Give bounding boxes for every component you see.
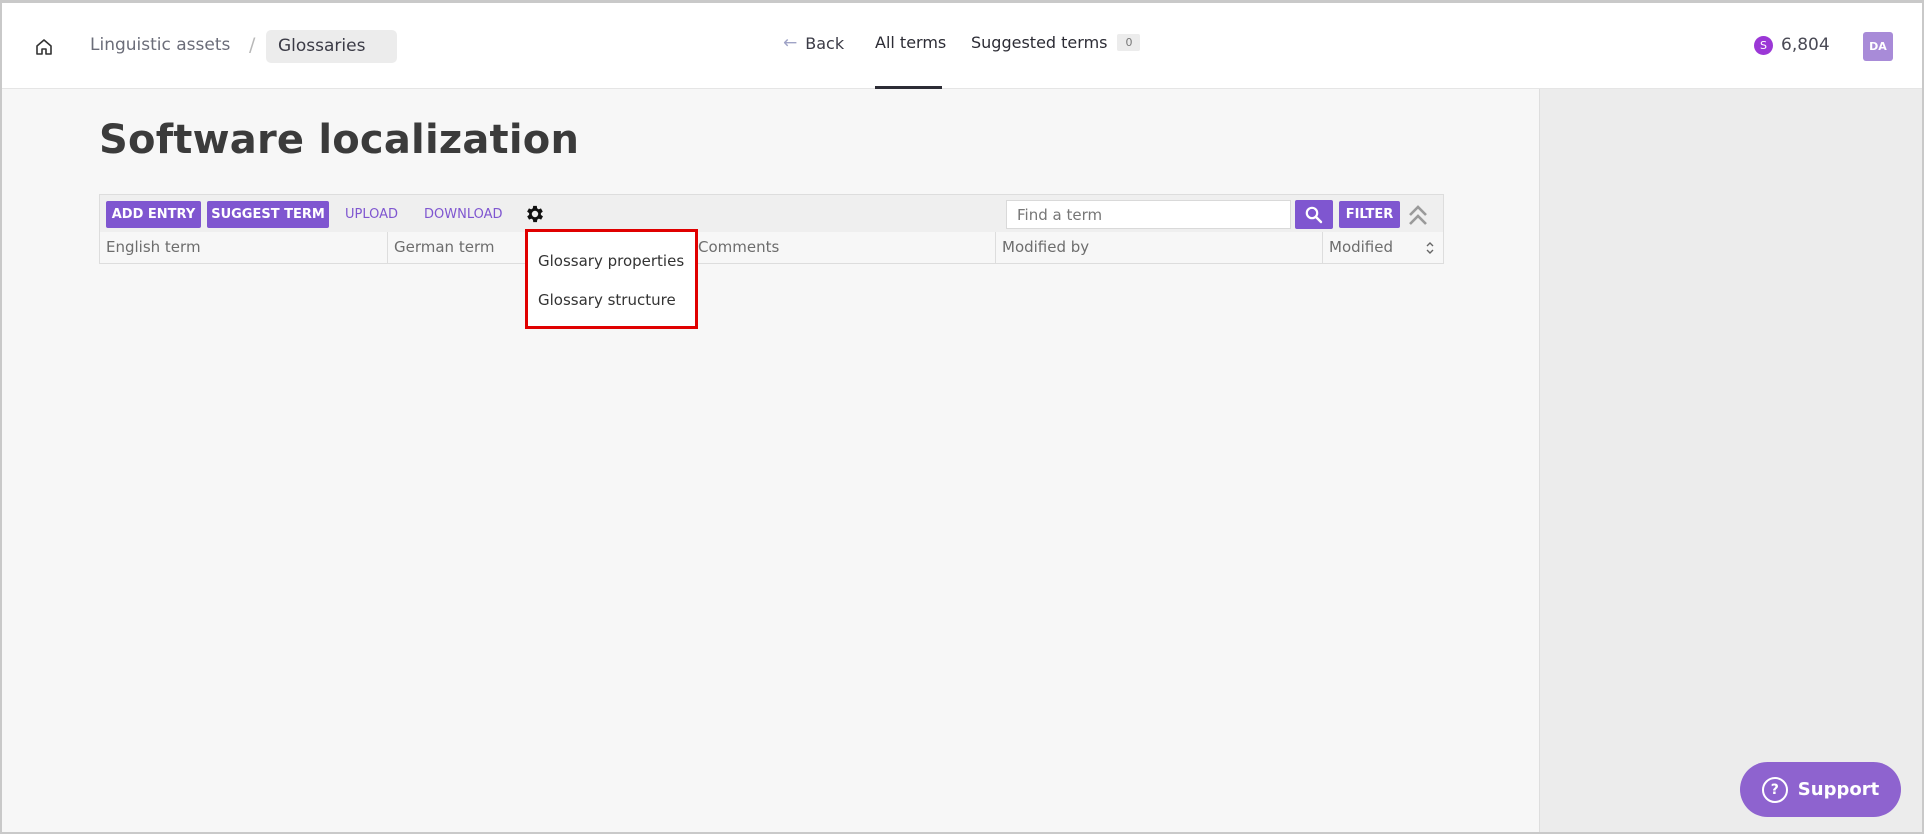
add-entry-button[interactable]: ADD ENTRY (106, 201, 201, 228)
support-button[interactable]: ? Support (1740, 762, 1901, 817)
tab-suggested-terms[interactable]: Suggested terms 0 (971, 33, 1141, 52)
menu-item-glossary-properties[interactable]: Glossary properties (538, 252, 684, 270)
column-german-term[interactable]: German term (388, 232, 529, 263)
home-icon[interactable] (34, 37, 54, 57)
column-comments[interactable]: Comments (692, 232, 996, 263)
help-icon: ? (1761, 776, 1788, 803)
menu-item-glossary-structure[interactable]: Glossary structure (538, 291, 676, 309)
back-button[interactable]: ← Back (783, 33, 844, 53)
arrow-left-icon: ← (783, 33, 798, 53)
search-button[interactable] (1295, 200, 1333, 229)
breadcrumb-linguistic-assets[interactable]: Linguistic assets (90, 35, 230, 55)
tab-all-terms[interactable]: All terms (875, 33, 946, 52)
upload-button[interactable]: UPLOAD (345, 201, 398, 228)
page-title: Software localization (99, 117, 580, 163)
side-panel (1539, 89, 1922, 832)
glossary-toolbar: ADD ENTRY SUGGEST TERM UPLOAD DOWNLOAD F… (99, 194, 1444, 233)
gear-icon[interactable] (524, 203, 546, 225)
search-input[interactable] (1006, 200, 1291, 229)
tab-suggested-label: Suggested terms (971, 33, 1108, 52)
credits-value: 6,804 (1781, 35, 1830, 55)
breadcrumb-glossaries[interactable]: Glossaries (266, 30, 397, 63)
avatar[interactable]: DA (1863, 32, 1893, 61)
filter-button[interactable]: FILTER (1339, 201, 1400, 228)
column-english-term[interactable]: English term (100, 232, 388, 263)
active-tab-indicator (875, 86, 942, 89)
table-header: English term German term Comments Modifi… (99, 232, 1444, 264)
column-modified[interactable]: Modified (1323, 232, 1443, 263)
download-button[interactable]: DOWNLOAD (424, 201, 503, 228)
app-window: Linguistic assets / Glossaries ← Back Al… (0, 0, 1924, 834)
back-label: Back (805, 33, 845, 53)
support-label: Support (1797, 779, 1880, 800)
suggested-count-badge: 0 (1117, 34, 1141, 51)
settings-dropdown-menu: Glossary properties Glossary structure (525, 229, 698, 329)
breadcrumb-separator: / (249, 34, 256, 56)
double-chevron-up-icon[interactable] (1406, 203, 1430, 227)
column-modified-label: Modified (1329, 238, 1394, 256)
search-icon (1305, 206, 1323, 224)
credits-icon: S (1754, 35, 1773, 55)
credits-balance: S 6,804 (1754, 35, 1830, 55)
suggest-term-button[interactable]: SUGGEST TERM (207, 201, 329, 228)
top-bar: Linguistic assets / Glossaries ← Back Al… (2, 3, 1922, 89)
sort-icon (1426, 242, 1434, 254)
column-modified-by[interactable]: Modified by (996, 232, 1323, 263)
